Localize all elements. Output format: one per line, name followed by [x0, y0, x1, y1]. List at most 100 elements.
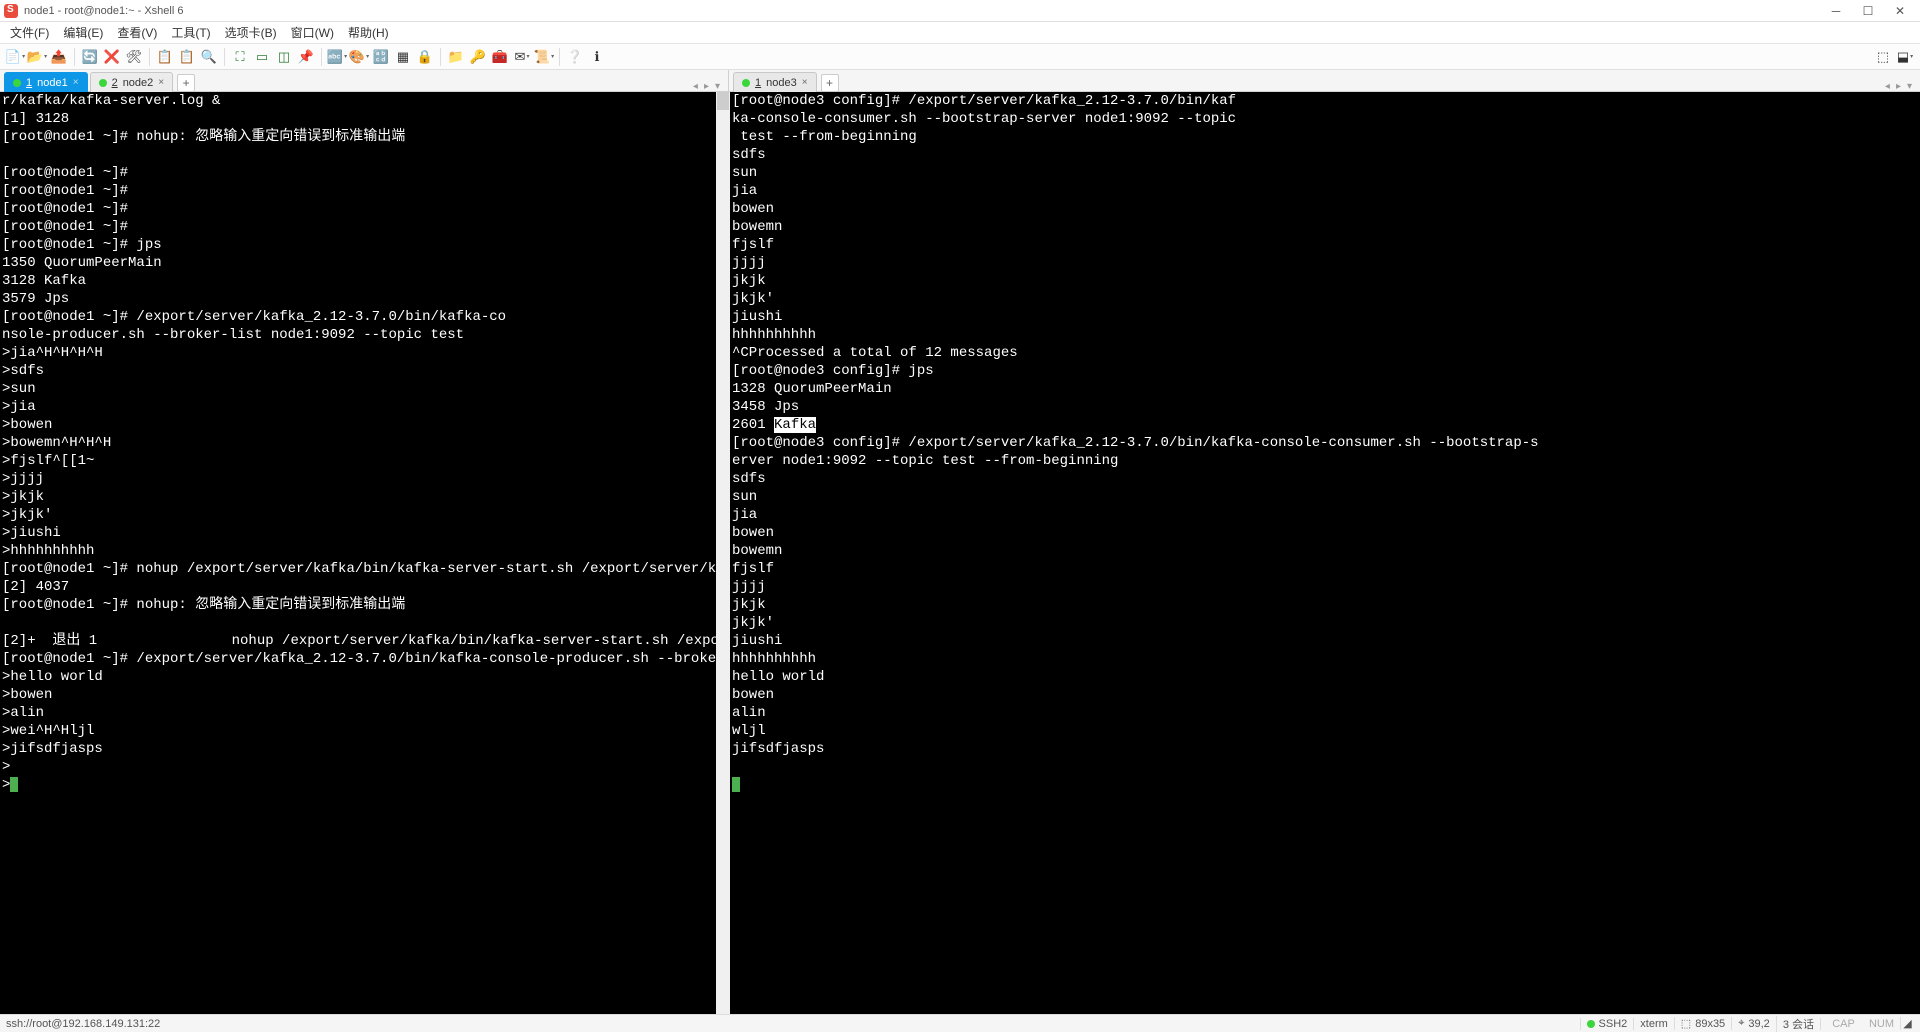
alwaysontop-button[interactable]: 📌 — [297, 48, 315, 66]
tabstrip-row: 1 node1 × 2 node2 × + ◂ ▸ ▾ 1 node3 × + … — [0, 70, 1920, 92]
tabstrip-right: 1 node3 × + ◂ ▸ ▾ — [728, 70, 1920, 92]
open-icon: 📂 — [27, 49, 43, 65]
terminal-output: r/kafka/kafka-server.log & [1] 3128 [roo… — [2, 93, 716, 793]
about-icon: ℹ — [595, 49, 600, 65]
reconnect-button[interactable]: 🔄 — [81, 48, 99, 66]
statusbar: ssh://root@192.168.149.131:22 SSH2 xterm… — [0, 1014, 1920, 1032]
maximize-button[interactable]: ☐ — [1852, 2, 1884, 20]
size-icon: ⬚ — [1681, 1017, 1691, 1030]
compose-button[interactable]: ✉▾ — [513, 48, 531, 66]
tab-close-icon[interactable]: × — [158, 77, 164, 88]
properties-button[interactable]: 🛠 — [125, 48, 143, 66]
open-button[interactable]: 📂▾ — [28, 48, 46, 66]
layout-h-icon: ⬚ — [1877, 49, 1889, 65]
status-locks: CAP NUM — [1820, 1018, 1900, 1030]
terminal-right[interactable]: [root@node3 config]# /export/server/kafk… — [730, 92, 1920, 1014]
lock-icon: 🔒 — [417, 49, 433, 65]
add-tab-button[interactable]: + — [821, 74, 839, 92]
close-button[interactable]: ✕ — [1884, 2, 1916, 20]
status-pos-label: 39,2 — [1748, 1018, 1769, 1030]
highlighted-text: Kafka — [774, 417, 816, 433]
tab-prev-button[interactable]: ◂ — [1883, 81, 1892, 92]
layout-v-button[interactable]: ⬓▾ — [1896, 48, 1914, 66]
transparent-icon: ◫ — [278, 49, 290, 65]
tabstrip-left: 1 node1 × 2 node2 × + ◂ ▸ ▾ — [0, 70, 728, 92]
tab-number: 1 — [755, 77, 761, 89]
disconnect-icon: ❌ — [104, 49, 120, 65]
tab-prev-button[interactable]: ◂ — [691, 81, 700, 92]
pos-icon: ⌖ — [1738, 1017, 1744, 1030]
paste-button[interactable]: 📋 — [178, 48, 196, 66]
compose-icon: ✉ — [515, 49, 526, 65]
layout-h-button[interactable]: ⬚ — [1874, 48, 1892, 66]
transparent-button[interactable]: ◫ — [275, 48, 293, 66]
scrollbar[interactable] — [716, 92, 730, 1014]
tab-label: node3 — [766, 77, 797, 89]
about-button[interactable]: ℹ — [588, 48, 606, 66]
status-dot-icon — [13, 79, 21, 87]
color-icon: 🎨 — [349, 49, 365, 65]
simpleview-button[interactable]: ▭ — [253, 48, 271, 66]
tab-node2[interactable]: 2 node2 × — [90, 72, 174, 92]
menu-file[interactable]: 文件(F) — [4, 22, 55, 43]
script-icon: 📜 — [534, 49, 550, 65]
status-term: xterm — [1633, 1018, 1674, 1030]
color-button[interactable]: 🎨▾ — [350, 48, 368, 66]
menu-view[interactable]: 查看(V) — [111, 22, 163, 43]
tab-number: 2 — [112, 77, 118, 89]
status-dot-icon — [742, 79, 750, 87]
status-proto-label: SSH2 — [1599, 1018, 1628, 1030]
help-button[interactable]: ❔ — [566, 48, 584, 66]
menubar: 文件(F) 编辑(E) 查看(V) 工具(T) 选项卡(B) 窗口(W) 帮助(… — [0, 22, 1920, 44]
separator — [321, 48, 322, 66]
menu-edit[interactable]: 编辑(E) — [57, 22, 109, 43]
scrollbar-thumb[interactable] — [717, 92, 729, 110]
resize-grip-icon[interactable]: ◢ — [1900, 1017, 1914, 1030]
separator — [149, 48, 150, 66]
tab-list-button[interactable]: ▾ — [713, 81, 722, 92]
lock-button[interactable]: 🔒 — [416, 48, 434, 66]
tab-close-icon[interactable]: × — [73, 77, 79, 88]
new-session-button[interactable]: 📄▾ — [6, 48, 24, 66]
add-tab-button[interactable]: + — [177, 74, 195, 92]
tab-node1[interactable]: 1 node1 × — [4, 72, 88, 92]
menu-tools[interactable]: 工具(T) — [165, 22, 216, 43]
status-pos: ⌖ 39,2 — [1731, 1017, 1776, 1030]
terminal-left[interactable]: r/kafka/kafka-server.log & [1] 3128 [roo… — [0, 92, 716, 1014]
tab-list-button[interactable]: ▾ — [1905, 81, 1914, 92]
ascii-button[interactable]: 🔡 — [372, 48, 390, 66]
pin-icon: 📌 — [298, 49, 314, 65]
copy-button[interactable]: 📋 — [156, 48, 174, 66]
tab-next-button[interactable]: ▸ — [702, 81, 711, 92]
fullscreen-button[interactable]: ⛶ — [231, 48, 249, 66]
tab-next-button[interactable]: ▸ — [1894, 81, 1903, 92]
find-button[interactable]: 🔍 — [200, 48, 218, 66]
hex-button[interactable]: ▦ — [394, 48, 412, 66]
menu-tab[interactable]: 选项卡(B) — [219, 22, 283, 43]
status-num: NUM — [1869, 1018, 1894, 1030]
reconnect-icon: 🔄 — [82, 49, 98, 65]
xftp-icon: 📁 — [448, 49, 464, 65]
useragent-button[interactable]: 🧰 — [491, 48, 509, 66]
send-button[interactable]: 📤 — [50, 48, 68, 66]
disconnect-button[interactable]: ❌ — [103, 48, 121, 66]
xftp-button[interactable]: 📁 — [447, 48, 465, 66]
status-size-label: 89x35 — [1695, 1018, 1725, 1030]
menu-help[interactable]: 帮助(H) — [342, 22, 395, 43]
ascii-icon: 🔡 — [373, 49, 389, 65]
script-button[interactable]: 📜▾ — [535, 48, 553, 66]
minimize-button[interactable]: ─ — [1820, 2, 1852, 20]
tab-node3[interactable]: 1 node3 × — [733, 72, 817, 92]
font-button[interactable]: 🔤▾ — [328, 48, 346, 66]
status-dot-icon — [99, 79, 107, 87]
cursor-icon — [732, 777, 740, 792]
window-title: node1 - root@node1:~ - Xshell 6 — [24, 5, 1820, 17]
titlebar: node1 - root@node1:~ - Xshell 6 ─ ☐ ✕ — [0, 0, 1920, 22]
status-connection: ssh://root@192.168.149.131:22 — [6, 1018, 1580, 1030]
tab-close-icon[interactable]: × — [802, 77, 808, 88]
terminal-output: [root@node3 config]# /export/server/kafk… — [732, 435, 1539, 757]
tab-label: node1 — [37, 77, 68, 89]
keygen-button[interactable]: 🔑 — [469, 48, 487, 66]
menu-window[interactable]: 窗口(W) — [285, 22, 340, 43]
tabstrip-nav: ◂ ▸ ▾ — [691, 81, 728, 92]
